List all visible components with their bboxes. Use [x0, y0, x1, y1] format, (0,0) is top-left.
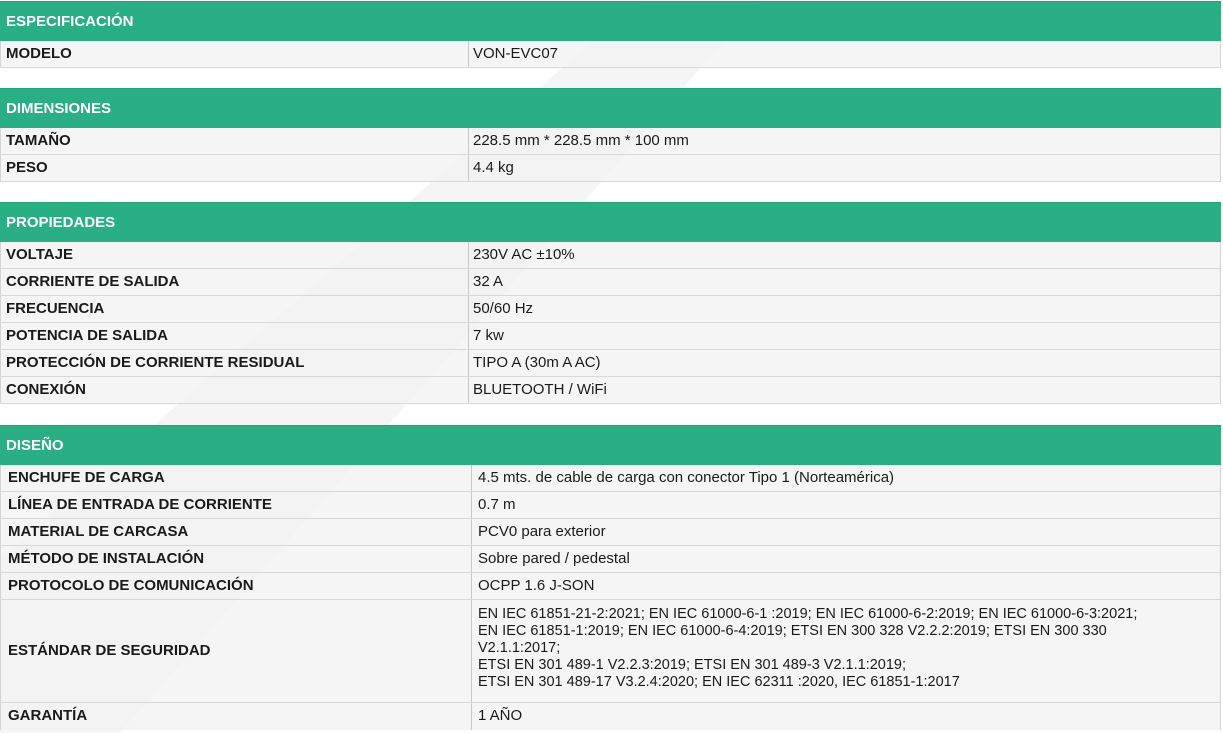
section-dimensiones: DIMENSIONES TAMAÑO 228.5 mm * 228.5 mm *…	[0, 88, 1221, 182]
spec-label: ENCHUFE DE CARGA	[0, 465, 471, 491]
spec-row-voltaje: VOLTAJE 230V AC ±10%	[0, 242, 1221, 269]
section-diseno: DISEÑO ENCHUFE DE CARGA 4.5 mts. de cabl…	[0, 425, 1221, 730]
spec-label: GARANTÍA	[0, 703, 471, 730]
spec-row-modelo: MODELO VON-EVC07	[0, 41, 1221, 68]
section-header: DIMENSIONES	[0, 88, 1221, 128]
spec-label: FRECUENCIA	[0, 296, 468, 322]
spec-label: LÍNEA DE ENTRADA DE CORRIENTE	[0, 492, 471, 518]
standard-line: ETSI EN 301 489-1 V2.2.3:2019; ETSI EN 3…	[478, 657, 907, 673]
spec-row-frecuencia: FRECUENCIA 50/60 Hz	[0, 296, 1221, 323]
spec-label: TAMAÑO	[0, 128, 468, 154]
standard-line: ETSI EN 301 489-17 V3.2.4:2020; EN IEC 6…	[478, 674, 960, 690]
standard-line: EN IEC 61851-21-2:2021; EN IEC 61000-6-1…	[478, 606, 1138, 622]
spec-row-tamano: TAMAÑO 228.5 mm * 228.5 mm * 100 mm	[0, 128, 1221, 155]
spec-label: VOLTAJE	[0, 242, 468, 268]
spec-row-instalacion: MÉTODO DE INSTALACIÓN Sobre pared / pede…	[0, 546, 1221, 573]
spec-value: OCPP 1.6 J-SON	[471, 573, 1221, 599]
section-header: PROPIEDADES	[0, 202, 1221, 242]
spec-row-potencia-salida: POTENCIA DE SALIDA 7 kw	[0, 323, 1221, 350]
spec-label: ESTÁNDAR DE SEGURIDAD	[0, 600, 471, 702]
spec-row-garantia: GARANTÍA 1 AÑO	[0, 703, 1221, 730]
standard-line: V2.1.1:2017;	[478, 640, 561, 656]
spec-row-peso: PESO 4.4 kg	[0, 155, 1221, 182]
section-especificacion: ESPECIFICACIÓN MODELO VON-EVC07	[0, 1, 1221, 68]
spec-value-multiline: EN IEC 61851-21-2:2021; EN IEC 61000-6-1…	[471, 600, 1221, 702]
spec-value: 0.7 m	[471, 492, 1221, 518]
spec-row-protocolo: PROTOCOLO DE COMUNICACIÓN OCPP 1.6 J-SON	[0, 573, 1221, 600]
section-header: DISEÑO	[0, 425, 1221, 465]
spec-row-linea-entrada: LÍNEA DE ENTRADA DE CORRIENTE 0.7 m	[0, 492, 1221, 519]
spec-value: 4.5 mts. de cable de carga con conector …	[471, 465, 1221, 491]
spec-value: TIPO A (30m A AC)	[468, 350, 1221, 376]
spec-value: 32 A	[468, 269, 1221, 295]
spec-value: BLUETOOTH / WiFi	[468, 377, 1221, 403]
spec-row-estandar-seguridad: ESTÁNDAR DE SEGURIDAD EN IEC 61851-21-2:…	[0, 600, 1221, 703]
section-header: ESPECIFICACIÓN	[0, 1, 1221, 41]
spec-value: 1 AÑO	[471, 703, 1221, 730]
spec-value: Sobre pared / pedestal	[471, 546, 1221, 572]
spec-label: PROTECCIÓN DE CORRIENTE RESIDUAL	[0, 350, 468, 376]
spec-row-enchufe: ENCHUFE DE CARGA 4.5 mts. de cable de ca…	[0, 465, 1221, 492]
spec-value: 50/60 Hz	[468, 296, 1221, 322]
spec-row-conexion: CONEXIÓN BLUETOOTH / WiFi	[0, 377, 1221, 404]
spec-row-corriente-salida: CORRIENTE DE SALIDA 32 A	[0, 269, 1221, 296]
spec-label: CORRIENTE DE SALIDA	[0, 269, 468, 295]
spec-row-material: MATERIAL DE CARCASA PCV0 para exterior	[0, 519, 1221, 546]
spec-label: MÉTODO DE INSTALACIÓN	[0, 546, 471, 572]
section-propiedades: PROPIEDADES VOLTAJE 230V AC ±10% CORRIEN…	[0, 202, 1221, 404]
spec-label: MATERIAL DE CARCASA	[0, 519, 471, 545]
spec-label: MODELO	[0, 41, 468, 67]
spec-label: PESO	[0, 155, 468, 181]
spec-value: 4.4 kg	[468, 155, 1221, 181]
spec-value: 230V AC ±10%	[468, 242, 1221, 268]
spec-label: CONEXIÓN	[0, 377, 468, 403]
spec-row-proteccion: PROTECCIÓN DE CORRIENTE RESIDUAL TIPO A …	[0, 350, 1221, 377]
spec-label: PROTOCOLO DE COMUNICACIÓN	[0, 573, 471, 599]
spec-value: 7 kw	[468, 323, 1221, 349]
standard-line: EN IEC 61851-1:2019; EN IEC 61000-6-4:20…	[478, 623, 1107, 639]
spec-value: VON-EVC07	[468, 41, 1221, 67]
spec-label: POTENCIA DE SALIDA	[0, 323, 468, 349]
spec-value: PCV0 para exterior	[471, 519, 1221, 545]
spec-value: 228.5 mm * 228.5 mm * 100 mm	[468, 128, 1221, 154]
